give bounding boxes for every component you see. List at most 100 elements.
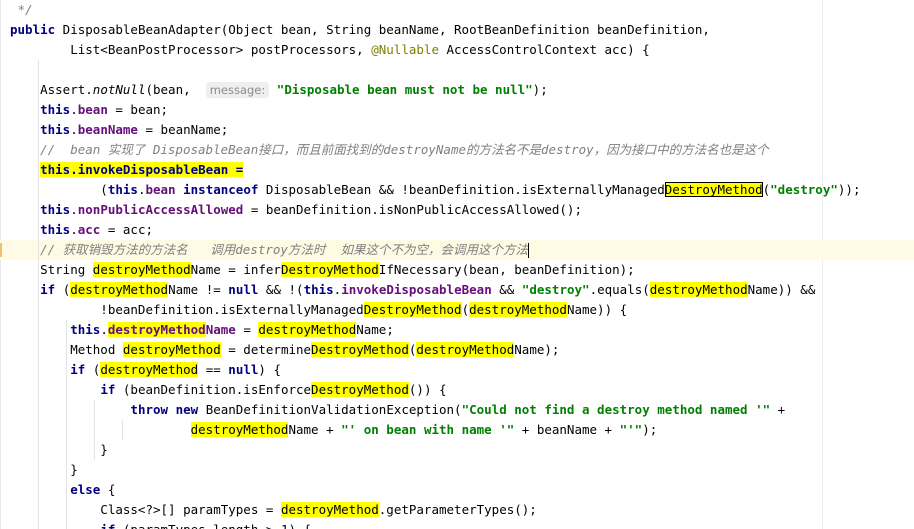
code-line[interactable]: String destroyMethodName = inferDestroyM…	[10, 260, 635, 280]
code-token: "destroy"	[521, 282, 590, 297]
code-line[interactable]: // 获取销毁方法的方法名 调用destroy方法时 如果这个不为空，会调用这个…	[10, 240, 529, 260]
code-token: */	[10, 2, 33, 17]
code-token: .	[70, 122, 78, 137]
code-token: BeanDefinitionValidationException(	[198, 402, 462, 417]
code-line[interactable]: this.destroyMethodName = destroyMethodNa…	[10, 320, 394, 340]
code-line[interactable]: else {	[10, 480, 115, 500]
code-token: this	[40, 222, 71, 237]
code-line[interactable]: if (beanDefinition.isEnforceDestroyMetho…	[10, 380, 447, 400]
code-token: this	[40, 202, 71, 217]
highlighted-token: destroyMethod	[100, 362, 199, 377]
code-token: !beanDefinition.isExternallyManaged	[10, 302, 364, 317]
code-token: }	[10, 462, 78, 477]
editor-left-border	[0, 0, 1, 529]
change-marker	[0, 243, 2, 257]
code-token: (paramTypes.length > 1) {	[115, 522, 311, 529]
code-token: Name !=	[168, 282, 229, 297]
code-line[interactable]: !beanDefinition.isExternallyManagedDestr…	[10, 300, 627, 320]
code-token: = bean;	[107, 102, 169, 117]
code-token: (	[85, 362, 101, 377]
code-token: bean	[145, 182, 176, 197]
highlighted-token: destroyMethod	[258, 322, 357, 337]
code-token: public	[10, 22, 56, 37]
code-token: if	[40, 282, 56, 297]
code-token: invokeDisposableBean	[341, 282, 492, 297]
code-token: // bean 实现了 DisposableBean接口，而且前面找到的dest…	[10, 142, 769, 157]
code-line[interactable]: throw new BeanDefinitionValidationExcept…	[10, 400, 785, 420]
code-line[interactable]: }	[10, 460, 78, 480]
code-token: = determine	[220, 342, 312, 357]
code-line[interactable]: this.acc = acc;	[10, 220, 153, 240]
code-token: Assert.	[10, 82, 93, 97]
code-token: this	[40, 102, 71, 117]
code-token: instanceof	[183, 182, 259, 197]
code-token: // 获取销毁方法的方法名 调用destroy方法时 如果这个不为空，会调用这个…	[10, 242, 528, 257]
highlighted-token: DestroyMethod	[311, 342, 409, 357]
highlighted-token: destroyMethod	[107, 322, 206, 337]
code-token: else	[70, 482, 101, 497]
highlighted-token: this.invokeDisposableBean =	[40, 162, 244, 177]
code-line[interactable]: // bean 实现了 DisposableBean接口，而且前面找到的dest…	[10, 140, 769, 160]
parameter-hint: message:	[205, 82, 270, 98]
code-token: if	[100, 522, 115, 529]
code-token: new	[175, 402, 199, 417]
code-token: .getParameterTypes();	[378, 502, 537, 517]
code-token: + beanName +	[514, 422, 620, 437]
highlighted-token: destroyMethod	[649, 282, 748, 297]
code-token: .equals(	[589, 282, 650, 297]
code-token: DisposableBean && !beanDefinition.isExte…	[258, 182, 665, 197]
code-line[interactable]: destroyMethodName + "' on bean with name…	[10, 420, 657, 440]
code-token: Name);	[514, 342, 560, 357]
code-line[interactable]: this.beanName = beanName;	[10, 120, 228, 140]
code-line[interactable]: this.invokeDisposableBean =	[10, 160, 244, 180]
code-line[interactable]: public DisposableBeanAdapter(Object bean…	[10, 20, 710, 40]
code-token: acc	[77, 222, 101, 237]
code-token: }	[10, 442, 108, 457]
code-token: (	[55, 282, 71, 297]
code-token: this	[303, 282, 334, 297]
code-line[interactable]: (this.bean instanceof DisposableBean && …	[10, 180, 860, 200]
code-token: Name = infer	[190, 262, 281, 277]
code-token: "' on bean with name '"	[341, 422, 515, 437]
code-token: bean	[77, 102, 108, 117]
code-token: null	[228, 362, 259, 377]
code-token: "destroy"	[770, 182, 838, 197]
code-line[interactable]: */	[10, 0, 33, 20]
code-token: Name;	[356, 322, 394, 337]
code-line[interactable]: if (paramTypes.length > 1) {	[10, 520, 311, 529]
code-token: Name +	[288, 422, 342, 437]
code-line[interactable]: }	[10, 440, 108, 460]
code-line[interactable]: Class<?>[] paramTypes = destroyMethod.ge…	[10, 500, 537, 520]
code-token: = beanName;	[137, 122, 229, 137]
code-editor[interactable]: */ public DisposableBeanAdapter(Object be…	[0, 0, 914, 529]
code-token: ()) {	[408, 382, 447, 397]
code-line[interactable]: this.nonPublicAccessAllowed = beanDefini…	[10, 200, 582, 220]
code-line[interactable]: Assert.notNull(bean, message: "Disposabl…	[10, 80, 548, 100]
code-line[interactable]: List<BeanPostProcessor> postProcessors, …	[10, 40, 649, 60]
code-line[interactable]: if (destroyMethodName != null && !(this.…	[10, 280, 815, 300]
highlighted-token: destroyMethod	[92, 262, 191, 277]
code-line[interactable]: this.bean = bean;	[10, 100, 168, 120]
code-line[interactable]: if (destroyMethod == null) {	[10, 360, 281, 380]
highlighted-token: destroyMethod	[280, 502, 379, 517]
highlighted-token: DestroyMethod	[363, 302, 462, 317]
code-token: +	[770, 402, 786, 417]
code-token: if	[100, 382, 116, 397]
code-token: null	[228, 282, 259, 297]
highlighted-token: destroyMethod	[70, 282, 169, 297]
code-token: );	[642, 422, 658, 437]
code-token: .	[70, 102, 78, 117]
code-line[interactable]: Method destroyMethod = determineDestroyM…	[10, 340, 559, 360]
text-caret	[528, 243, 529, 258]
code-token: (bean,	[145, 82, 206, 97]
code-token: this	[107, 182, 138, 197]
code-token: );	[532, 82, 548, 97]
code-token: String	[10, 262, 93, 277]
